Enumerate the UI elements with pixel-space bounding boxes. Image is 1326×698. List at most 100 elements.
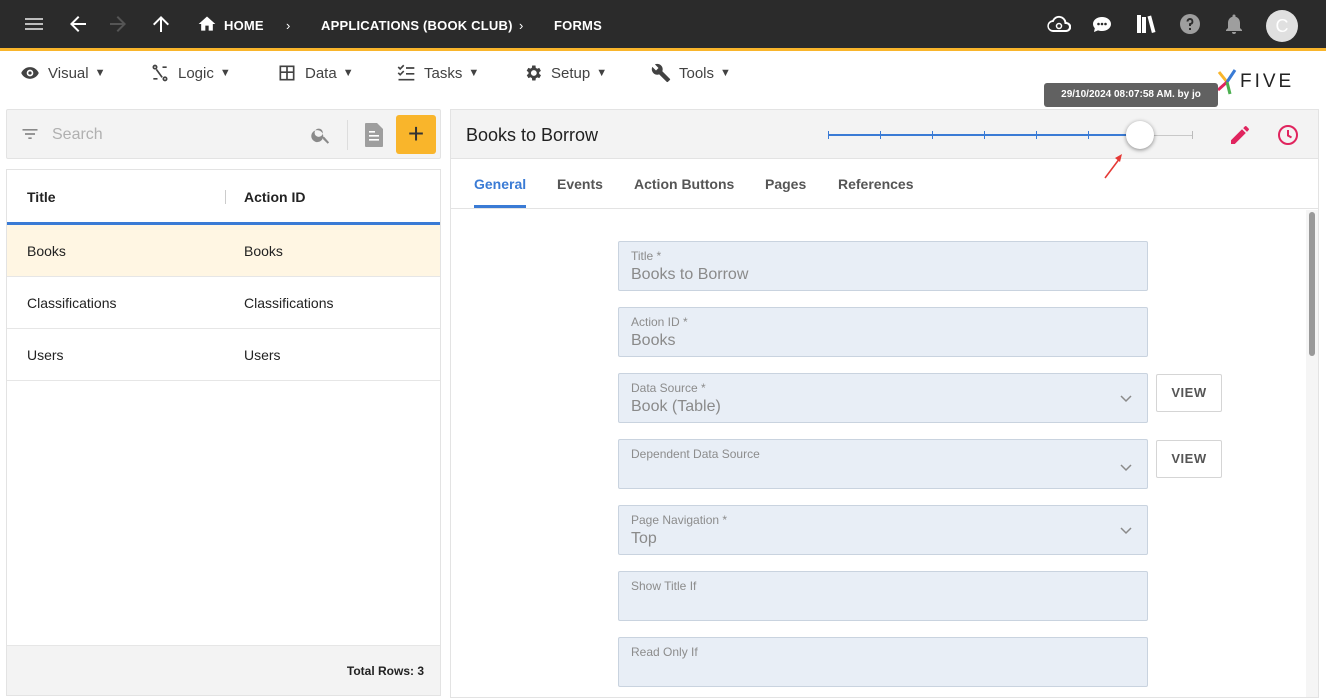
list-toolbar: Search + (6, 109, 441, 159)
five-logo: FIVE (1216, 68, 1306, 96)
avatar[interactable]: C (1266, 10, 1298, 42)
eye-icon (21, 67, 39, 79)
toolbar-divider (347, 120, 348, 150)
column-header-title[interactable]: Title (27, 189, 56, 205)
gear-icon (526, 65, 541, 81)
page-title: Books to Borrow (466, 125, 599, 145)
menu-icon[interactable] (22, 12, 46, 36)
show-title-if-field[interactable]: Show Title If (618, 571, 1148, 621)
chat-bot-icon[interactable] (1090, 12, 1114, 36)
chevron-down-icon (1120, 464, 1132, 472)
history-slider-tick (1192, 131, 1193, 139)
annotation-arrow-icon (1104, 154, 1122, 179)
field-label: Title * (631, 249, 662, 263)
back-arrow-icon[interactable] (66, 12, 90, 36)
form-tabs: General Events Action Buttons Pages Refe… (451, 160, 1318, 209)
total-rows: Total Rows: 3 (346, 664, 424, 678)
table-row[interactable]: Classifications Classifications (7, 277, 440, 329)
menu-data[interactable]: Data ▼ (277, 61, 354, 85)
field-label: Dependent Data Source (631, 447, 760, 461)
menu-visual-label: Visual (48, 64, 89, 82)
tools-icon (651, 63, 671, 83)
scrollbar-thumb[interactable] (1309, 212, 1315, 356)
history-clock-icon[interactable] (1276, 123, 1300, 147)
chevron-down-icon (1120, 395, 1132, 403)
field-label: Read Only If (631, 645, 698, 659)
field-label: Show Title If (631, 579, 697, 593)
history-slider-tick (1088, 131, 1089, 139)
up-arrow-icon[interactable] (149, 12, 173, 36)
column-separator (225, 190, 226, 204)
menu-data-label: Data (305, 64, 337, 82)
search-icon[interactable] (310, 124, 332, 151)
bell-icon[interactable] (1222, 12, 1246, 36)
chevron-right-icon: › (519, 18, 524, 33)
cell-action-id: Books (244, 243, 283, 259)
menu-visual[interactable]: Visual ▼ (20, 61, 105, 85)
table-icon (279, 65, 295, 81)
history-slider-thumb[interactable] (1126, 121, 1154, 149)
menu-logic-label: Logic (178, 64, 214, 82)
history-tooltip: 29/10/2024 08:07:58 AM. by jo (1044, 83, 1218, 107)
table-row[interactable]: Books Books (7, 225, 440, 277)
menu-tools-label: Tools (679, 64, 715, 82)
logo-text: FIVE (1240, 71, 1295, 92)
view-dependent-data-source-button[interactable]: VIEW (1156, 440, 1222, 478)
menu-logic[interactable]: Logic ▼ (150, 61, 231, 85)
cloud-sync-icon[interactable] (1047, 12, 1072, 36)
table-row[interactable]: Users Users (7, 329, 440, 381)
filter-icon[interactable] (20, 124, 40, 149)
menu-tasks[interactable]: Tasks ▼ (396, 61, 479, 85)
tab-events[interactable]: Events (557, 176, 603, 192)
library-icon[interactable] (1134, 12, 1158, 36)
tab-pages[interactable]: Pages (765, 176, 806, 192)
add-button[interactable]: + (396, 115, 436, 154)
menu-tools[interactable]: Tools ▼ (651, 61, 731, 85)
chevron-right-icon: › (286, 18, 291, 33)
tab-general[interactable]: General (474, 176, 526, 192)
field-value: Book (Table) (631, 398, 721, 415)
field-label: Page Navigation * (631, 513, 728, 527)
forms-list: Title Action ID Books Books Classificati… (6, 169, 441, 696)
logo-mark-icon (1217, 69, 1237, 95)
field-label: Action ID * (631, 315, 688, 329)
menu-setup-label: Setup (551, 64, 591, 82)
column-header-action-id[interactable]: Action ID (244, 189, 305, 205)
menu-tasks-label: Tasks (424, 64, 463, 82)
breadcrumb-applications[interactable]: APPLICATIONS (BOOK CLUB) (321, 18, 513, 33)
list-footer: Total Rows: 3 (7, 645, 440, 695)
cell-title: Classifications (27, 295, 117, 311)
page-navigation-select[interactable]: Page Navigation * Top (618, 505, 1148, 555)
home-icon[interactable] (197, 14, 217, 34)
field-label: Data Source * (631, 381, 706, 395)
read-only-if-field[interactable]: Read Only If (618, 637, 1148, 687)
action-id-field[interactable]: Action ID * Books (618, 307, 1148, 357)
form-header: Books to Borrow (451, 110, 1318, 159)
cell-title: Users (27, 347, 64, 363)
document-icon[interactable] (363, 122, 385, 153)
tab-action-buttons[interactable]: Action Buttons (634, 176, 734, 192)
forward-arrow-icon[interactable] (106, 12, 130, 36)
breadcrumb-home[interactable]: HOME (224, 18, 264, 33)
history-slider-tick (984, 131, 985, 139)
dependent-data-source-select[interactable]: Dependent Data Source (618, 439, 1148, 489)
help-icon[interactable] (1178, 12, 1202, 36)
list-header: Title Action ID (7, 170, 440, 225)
tasks-icon (397, 64, 415, 81)
chevron-down-icon (1120, 527, 1132, 535)
view-data-source-button[interactable]: VIEW (1156, 374, 1222, 412)
form-panel: Books to Borrow General Events Action Bu… (450, 109, 1319, 698)
data-source-select[interactable]: Data Source * Book (Table) (618, 373, 1148, 423)
top-bar: HOME › APPLICATIONS (BOOK CLUB) › FORMS … (0, 0, 1326, 51)
history-slider-tick (1036, 131, 1037, 139)
menu-setup[interactable]: Setup ▼ (523, 61, 607, 85)
title-field[interactable]: Title * Books to Borrow (618, 241, 1148, 291)
field-value: Books (631, 332, 676, 349)
cell-action-id: Users (244, 347, 281, 363)
history-slider-tick (932, 131, 933, 139)
edit-icon[interactable] (1228, 123, 1252, 147)
breadcrumb-forms[interactable]: FORMS (554, 18, 602, 33)
cell-action-id: Classifications (244, 295, 334, 311)
tab-references[interactable]: References (838, 176, 914, 192)
search-input[interactable]: Search (52, 126, 103, 144)
